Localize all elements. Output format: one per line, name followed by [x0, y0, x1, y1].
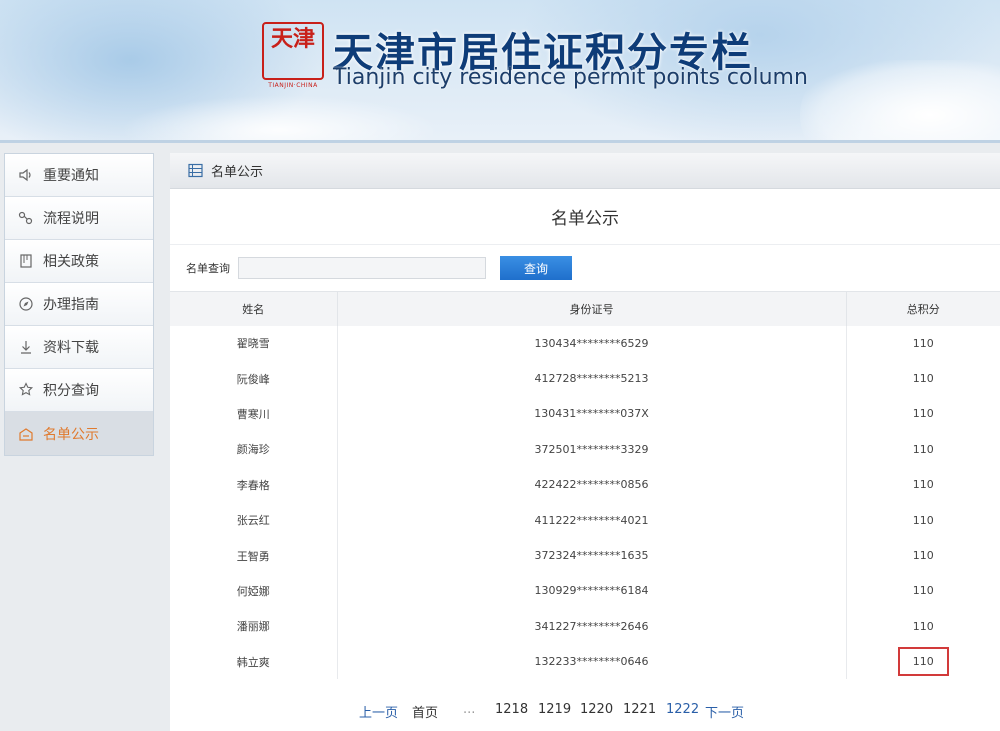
column-header-score: 总积分	[846, 291, 1000, 326]
sidebar-item-points-query[interactable]: 积分查询	[5, 369, 153, 412]
table-header-row: 姓名 身份证号 总积分	[170, 291, 1000, 326]
pager-prev[interactable]: 上一页	[359, 702, 398, 721]
cell-score: 110	[912, 513, 934, 527]
column-header-name: 姓名	[170, 291, 338, 326]
cell-score: 110	[912, 619, 934, 633]
cell-id: 372324********1635	[337, 537, 847, 574]
site-title-en: Tianjin city residence permit points col…	[333, 65, 808, 90]
download-icon	[17, 338, 35, 356]
search-input[interactable]	[238, 257, 486, 279]
sidebar-item-label: 资料下载	[43, 340, 99, 356]
cell-name: 曹寒川	[170, 396, 338, 432]
pagination: 上一页 首页 ... 1218 1219 1220 1221 1222 下一页	[170, 698, 1000, 724]
list-icon	[188, 163, 203, 178]
home-list-icon	[17, 425, 35, 443]
sidebar-item-label: 相关政策	[43, 254, 99, 270]
pager-page[interactable]: 1218	[495, 702, 528, 717]
column-header-id: 身份证号	[337, 291, 847, 326]
sidebar-item-notice[interactable]: 重要通知	[5, 154, 153, 197]
cell-name: 王智勇	[170, 537, 338, 574]
banner-cloud	[800, 60, 1000, 140]
pager-page[interactable]: 1220	[580, 702, 613, 717]
cell-name: 李春格	[170, 467, 338, 503]
cell-name: 潘丽娜	[170, 608, 338, 645]
cell-score: 110	[912, 372, 934, 386]
breadcrumb-label: 名单公示	[211, 165, 264, 180]
results-table: 姓名 身份证号 总积分 翟晓雪 130434********6529 110 阮…	[170, 291, 1000, 680]
table-row: 韩立爽 132233********0646 110	[170, 644, 1000, 680]
table-row: 翟晓雪 130434********6529 110	[170, 325, 1000, 361]
breadcrumb: 名单公示	[170, 153, 1000, 189]
cell-name: 张云红	[170, 502, 338, 538]
banner-cloud	[120, 95, 440, 140]
speaker-icon	[17, 166, 35, 184]
cell-name: 阮俊峰	[170, 360, 338, 397]
sidebar-item-label: 积分查询	[43, 383, 99, 399]
cell-id: 422422********0856	[337, 467, 847, 503]
table-row: 潘丽娜 341227********2646 110	[170, 608, 1000, 645]
cell-name: 何婭娜	[170, 573, 338, 609]
cell-id: 130431********037X	[337, 396, 847, 432]
score-highlight-box: 110	[897, 647, 949, 677]
table-row: 阮俊峰 412728********5213 110	[170, 360, 1000, 397]
sidebar-item-guide[interactable]: 办理指南	[5, 283, 153, 326]
cell-id: 372501********3329	[337, 431, 847, 468]
sidebar: 重要通知 流程说明 相关政策 办理指南 资料下载 积分查询 名单公示	[4, 153, 154, 456]
pager-next[interactable]: 下一页	[705, 702, 744, 721]
compass-icon	[17, 295, 35, 313]
table-row: 李春格 422422********0856 110	[170, 467, 1000, 503]
table-row: 张云红 411222********4021 110	[170, 502, 1000, 538]
cell-name: 韩立爽	[170, 644, 338, 680]
cell-id: 412728********5213	[337, 360, 847, 397]
cell-score-highlighted: 110	[846, 644, 1000, 679]
pager-page[interactable]: 1221	[623, 702, 656, 717]
pager-page[interactable]: 1219	[538, 702, 571, 717]
pager-first[interactable]: 首页	[412, 702, 438, 721]
table-row: 颜海珍 372501********3329 110	[170, 431, 1000, 468]
main-panel: 名单公示 名单公示 名单查询 查询 姓名 身份证号 总积分 翟晓雪 130434…	[170, 153, 1000, 731]
cell-score: 110	[912, 478, 934, 492]
logo-seal: 天津	[262, 22, 324, 80]
sidebar-item-policy[interactable]: 相关政策	[5, 240, 153, 283]
cell-name: 翟晓雪	[170, 325, 338, 361]
sidebar-item-list-publicity[interactable]: 名单公示	[5, 412, 153, 455]
site-logo: 天津 TIANJIN·CHINA	[262, 22, 324, 92]
cell-score: 110	[912, 584, 934, 598]
cell-id: 411222********4021	[337, 502, 847, 538]
sidebar-item-process[interactable]: 流程说明	[5, 197, 153, 240]
sidebar-item-label: 名单公示	[43, 426, 99, 443]
logo-subtext: TIANJIN·CHINA	[268, 82, 318, 89]
cell-name: 颜海珍	[170, 431, 338, 468]
cell-score: 110	[912, 442, 934, 456]
search-label: 名单查询	[186, 262, 230, 275]
table-row: 王智勇 372324********1635 110	[170, 537, 1000, 574]
search-bar: 名单查询 查询	[170, 245, 1000, 291]
cell-score: 110	[912, 549, 934, 563]
pager-current-page[interactable]: 1222	[666, 702, 699, 717]
cell-id: 341227********2646	[337, 608, 847, 645]
sidebar-item-label: 流程说明	[43, 211, 99, 227]
search-star-icon	[17, 381, 35, 399]
table-row: 何婭娜 130929********6184 110	[170, 573, 1000, 609]
cell-id: 130434********6529	[337, 325, 847, 361]
table-row: 曹寒川 130431********037X 110	[170, 396, 1000, 432]
query-button[interactable]: 查询	[500, 256, 572, 280]
cell-score: 110	[912, 407, 934, 421]
document-icon	[17, 252, 35, 270]
sidebar-item-label: 办理指南	[43, 297, 99, 313]
cell-score: 110	[912, 336, 934, 350]
sidebar-item-download[interactable]: 资料下载	[5, 326, 153, 369]
cell-id: 132233********0646	[337, 644, 847, 680]
cell-id: 130929********6184	[337, 573, 847, 609]
sidebar-item-label: 重要通知	[43, 168, 99, 184]
page-title: 名单公示	[170, 189, 1000, 245]
header-banner: 天津 TIANJIN·CHINA 天津市居住证积分专栏 Tianjin city…	[0, 0, 1000, 143]
pager-ellipsis: ...	[463, 702, 476, 717]
flow-icon	[17, 209, 35, 227]
